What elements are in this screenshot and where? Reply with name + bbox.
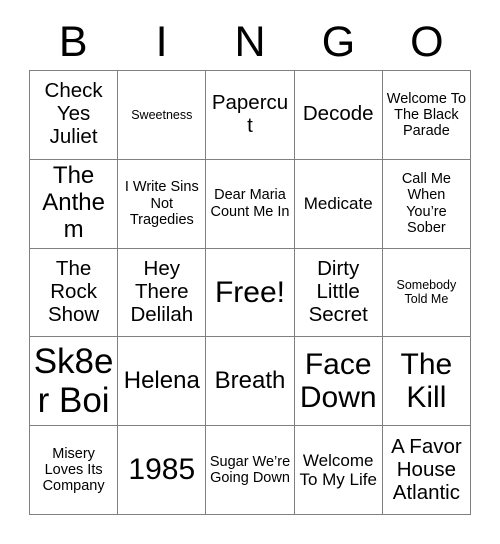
bingo-cell[interactable]: Hey There Delilah	[118, 248, 207, 338]
bingo-cell[interactable]: Decode	[294, 71, 383, 160]
bingo-cell[interactable]: 1985	[118, 426, 207, 515]
bingo-cell-label: Check Yes Juliet	[44, 79, 103, 149]
bingo-cell-label: 1985	[128, 453, 196, 487]
bingo-cell-label: Decode	[302, 102, 374, 126]
bingo-cell[interactable]: Breath	[206, 337, 295, 427]
bingo-cell-label: Face Down	[299, 347, 377, 415]
bingo-cell[interactable]: The Anthem	[30, 159, 119, 249]
bingo-cell-label: Welcome To My Life	[299, 451, 377, 490]
bingo-cell[interactable]: Welcome To My Life	[294, 426, 383, 515]
bingo-cell-label: The Anthem	[42, 162, 105, 244]
bingo-cell[interactable]: The Kill	[382, 337, 471, 427]
bingo-cell[interactable]: Sweetness	[118, 71, 207, 160]
bingo-cell-label: Sugar We’re Going Down	[209, 453, 291, 487]
bingo-cell-label: The Kill	[400, 347, 453, 415]
bingo-cell[interactable]: Somebody Told Me	[382, 248, 471, 338]
bingo-cell[interactable]: A Favor House Atlantic	[382, 426, 471, 515]
bingo-cell-label: Welcome To The Black Parade	[386, 90, 467, 140]
bingo-cell-label: Helena	[123, 366, 200, 394]
bingo-cell[interactable]: Welcome To The Black Parade	[382, 71, 471, 160]
bingo-cell[interactable]: The Rock Show	[30, 248, 119, 338]
bingo-cell-label: Sweetness	[131, 107, 193, 122]
bingo-cell[interactable]: Helena	[118, 337, 207, 427]
bingo-header-letter-o: O	[410, 17, 444, 66]
bingo-cell[interactable]: Medicate	[294, 159, 383, 249]
bingo-cell[interactable]: Dirty Little Secret	[294, 248, 383, 338]
bingo-cell-label: Dirty Little Secret	[308, 257, 368, 326]
bingo-cell[interactable]: Face Down	[294, 337, 383, 427]
bingo-header-row: B I N G O	[29, 14, 471, 70]
bingo-cell-label: Medicate	[303, 194, 373, 214]
bingo-grid: Check Yes Juliet Sweetness Papercut Decode W…	[29, 70, 471, 515]
bingo-cell-label: I Write Sins Not Tragedies	[124, 179, 199, 228]
bingo-cell[interactable]: Sk8er Boi	[30, 337, 119, 427]
bingo-cell-label: Dear Maria Count Me In	[210, 187, 290, 220]
bingo-free-space-cell[interactable]: Free!	[206, 248, 295, 338]
bingo-cell-label: Sk8er Boi	[33, 342, 114, 421]
bingo-cell-label: Breath	[214, 366, 286, 394]
bingo-cell-label: Call Me When You’re Sober	[401, 171, 451, 236]
bingo-cell-label: Free!	[214, 275, 285, 309]
bingo-card: B I N G O Check Yes Juliet Sweetness Paper…	[0, 0, 500, 544]
bingo-cell-label: The Rock Show	[47, 257, 100, 326]
bingo-cell[interactable]: Sugar We’re Going Down	[206, 426, 295, 515]
bingo-header-letter-i: I	[155, 17, 168, 66]
bingo-cell[interactable]: Dear Maria Count Me In	[206, 159, 295, 249]
bingo-cell-label: Misery Loves Its Company	[42, 445, 105, 495]
bingo-header-letter-b: B	[58, 17, 88, 66]
bingo-header-letter-g: G	[321, 17, 356, 66]
bingo-cell-label: Papercut	[211, 90, 289, 137]
bingo-cell[interactable]: Papercut	[206, 71, 295, 160]
bingo-cell[interactable]: Check Yes Juliet	[30, 71, 119, 160]
bingo-cell[interactable]: I Write Sins Not Tragedies	[118, 159, 207, 249]
bingo-cell-label: Somebody Told Me	[396, 278, 457, 307]
bingo-cell[interactable]: Call Me When You’re Sober	[382, 159, 471, 249]
bingo-cell-label: Hey There Delilah	[130, 257, 194, 326]
bingo-cell-label: A Favor House Atlantic	[391, 434, 462, 504]
bingo-header-letter-n: N	[234, 17, 266, 66]
bingo-cell[interactable]: Misery Loves Its Company	[30, 426, 119, 515]
